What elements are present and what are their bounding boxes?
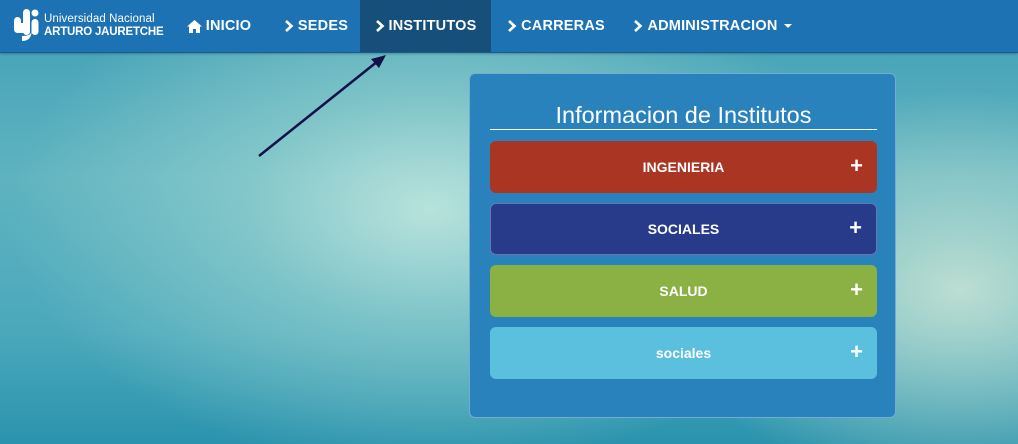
expand-plus-icon[interactable]: + bbox=[850, 154, 863, 177]
panel-divider bbox=[490, 129, 877, 130]
institute-label: sociales bbox=[655, 345, 712, 361]
institute-salud[interactable]: SALUD + bbox=[490, 265, 877, 317]
institute-sociales-lower[interactable]: sociales + bbox=[490, 327, 877, 379]
institute-ingenieria[interactable]: INGENIERIA + bbox=[490, 141, 877, 193]
institute-label: INGENIERIA bbox=[642, 159, 725, 175]
expand-plus-icon[interactable]: + bbox=[849, 216, 862, 239]
institute-label: SOCIALES bbox=[647, 221, 720, 237]
institutes-panel: Informacion de Institutos INGENIERIA + S… bbox=[469, 73, 896, 418]
panel-title: Informacion de Institutos bbox=[555, 102, 812, 128]
expand-plus-icon[interactable]: + bbox=[850, 278, 863, 301]
institute-label: SALUD bbox=[659, 283, 708, 299]
institute-sociales[interactable]: SOCIALES + bbox=[490, 203, 877, 255]
expand-plus-icon[interactable]: + bbox=[850, 340, 863, 363]
